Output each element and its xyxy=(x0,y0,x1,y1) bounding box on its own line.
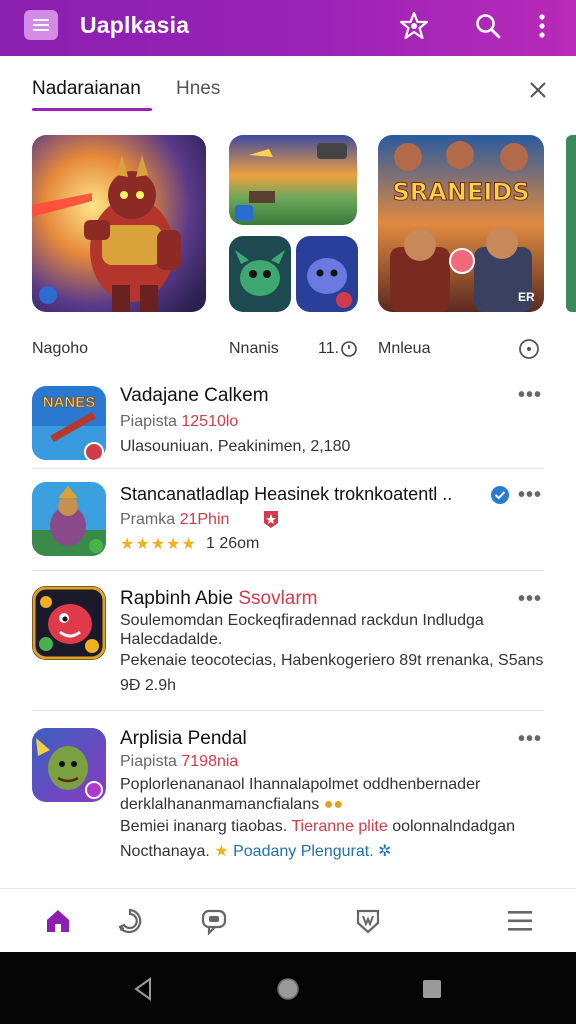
featured-tile-robot[interactable] xyxy=(32,135,206,312)
featured-label-mid: Nnanis xyxy=(229,340,279,357)
featured-label-left: Nagoho xyxy=(32,340,89,357)
app-publisher: Pramka 21Phin xyxy=(120,511,230,528)
app-publisher: Piapista 7198nia xyxy=(120,753,239,770)
app-thumb-text: NANES xyxy=(42,394,96,412)
chat-icon[interactable] xyxy=(196,903,232,939)
system-nav-bar xyxy=(0,952,576,1024)
star-rating: ★★★★★ xyxy=(120,536,197,553)
more-vert-icon[interactable] xyxy=(524,8,560,44)
app-meta-cont: Nocthanaya. ★ Poadany Plengurat. ✲ xyxy=(120,843,392,860)
menu-button[interactable] xyxy=(24,10,58,40)
featured-tile-battle[interactable] xyxy=(229,135,357,225)
info-circle-icon[interactable] xyxy=(518,338,540,365)
featured-tile-next[interactable] xyxy=(566,135,576,312)
close-icon[interactable] xyxy=(524,76,552,104)
tab-active[interactable]: Nadaraianan xyxy=(32,78,141,100)
divider xyxy=(32,570,544,571)
more-horiz-icon[interactable]: ••• xyxy=(518,728,542,751)
more-horiz-icon[interactable]: ••• xyxy=(518,484,542,507)
app-thumb xyxy=(32,586,106,660)
app-thumb xyxy=(32,728,106,802)
featured-banner-corner: ER xyxy=(518,290,535,304)
app-thumb xyxy=(32,482,106,556)
tab-inactive[interactable]: Hnes xyxy=(176,78,220,100)
divider xyxy=(32,468,544,469)
featured-tile-creature-blue[interactable] xyxy=(296,236,358,312)
shield-icon[interactable] xyxy=(350,903,386,939)
app-description-cont: Halecdadalde. xyxy=(120,631,223,648)
clock-icon xyxy=(340,340,358,363)
bottom-nav xyxy=(0,888,576,952)
featured-tile-creature-green[interactable] xyxy=(229,236,291,312)
explore-icon[interactable] xyxy=(112,903,148,939)
app-meta: 1 26om xyxy=(206,535,260,552)
divider xyxy=(32,710,544,711)
app-meta: Ulasouniuan. Peakinimen, 2,180 xyxy=(120,438,351,455)
recents-icon[interactable] xyxy=(417,974,447,1004)
app-description: Soulemomdan Eockeqfiradennad rackdun Ind… xyxy=(120,612,484,629)
search-icon[interactable] xyxy=(470,8,506,44)
tab-bar: Nadaraianan Hnes xyxy=(0,56,576,116)
featured-label-mid-count: 11. xyxy=(318,340,340,357)
app-title: Arplisia Pendal xyxy=(120,728,247,749)
app-bar: Uaplkasia xyxy=(0,0,576,56)
home-circle-icon[interactable] xyxy=(273,974,303,1004)
app-description: Poplorlenananaol Ihannalapolmet oddhenbe… xyxy=(120,776,481,793)
app-meta: Pekenaie teocotecias, Habenkogeriero 89t… xyxy=(120,652,544,669)
menu-icon xyxy=(33,24,49,26)
home-icon[interactable] xyxy=(40,903,76,939)
app-title: Stancanatladlap Heasinek troknkoatentl .… xyxy=(120,484,453,504)
badge-star-icon[interactable] xyxy=(396,8,432,44)
app-title: Rapbinh Abie Ssovlarm xyxy=(120,588,318,609)
back-icon[interactable] xyxy=(128,974,158,1004)
app-description-cont: derklalhananmamancfialans ●● xyxy=(120,796,344,813)
tab-indicator xyxy=(32,108,152,111)
more-horiz-icon[interactable]: ••• xyxy=(518,588,542,611)
featured-tile-banner[interactable] xyxy=(378,135,544,312)
featured-label-right: Mnleua xyxy=(378,340,431,357)
badge-icon xyxy=(262,509,280,534)
featured-banner-text: SRANEIDS xyxy=(392,178,530,207)
hamburger-icon[interactable] xyxy=(502,903,538,939)
verified-icon xyxy=(490,485,510,510)
app-publisher: Piapista 12510lo xyxy=(120,413,239,430)
app-title: Uaplkasia xyxy=(80,12,190,38)
app-thumb: NANES xyxy=(32,386,106,460)
more-horiz-icon[interactable]: ••• xyxy=(518,384,542,407)
app-meta: Bemiei inanarg tiaobas. Tieranne plite o… xyxy=(120,818,515,835)
app-rating: 9Đ 2.9h xyxy=(120,677,177,694)
app-title: Vadajane Calkem xyxy=(120,385,269,406)
